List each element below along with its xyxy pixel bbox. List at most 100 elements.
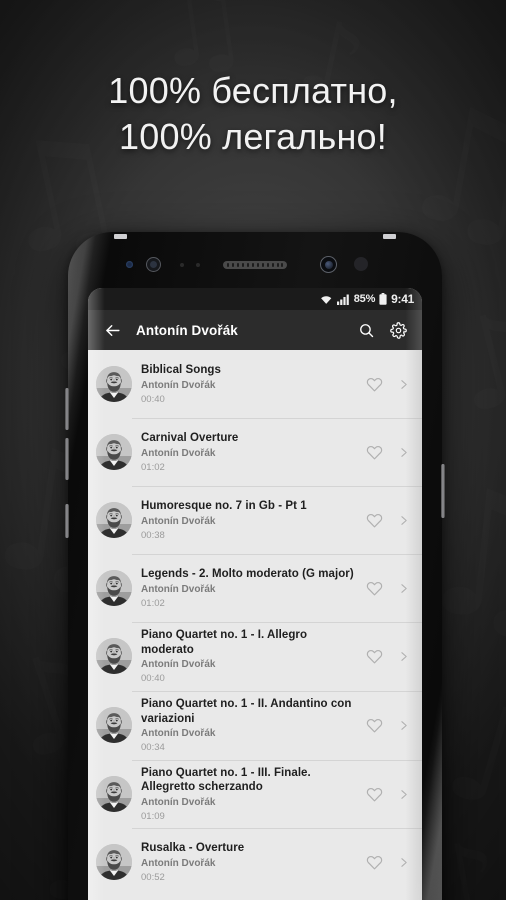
track-meta: Piano Quartet no. 1 - III. Finale. Alleg… xyxy=(141,766,366,823)
track-title: Humoresque no. 7 in Gb - Pt 1 xyxy=(141,499,307,512)
track-duration: 00:40 xyxy=(141,673,165,685)
status-bar-clock: 9:41 xyxy=(391,292,414,306)
heart-outline-icon[interactable] xyxy=(366,648,383,665)
heart-outline-icon[interactable] xyxy=(366,786,383,803)
heart-outline-icon[interactable] xyxy=(366,717,383,734)
heart-outline-icon[interactable] xyxy=(366,376,383,393)
headline-line-1: 100% бесплатно, xyxy=(108,70,398,111)
track-duration: 00:38 xyxy=(141,529,165,541)
avatar xyxy=(96,707,132,744)
track-artist: Antonín Dvořák xyxy=(141,858,216,870)
avatar xyxy=(96,434,132,470)
track-meta: Biblical Songs Antonín Dvořák 00:40 xyxy=(141,363,366,405)
track-artist: Antonín Dvořák xyxy=(141,379,216,391)
track-actions xyxy=(366,512,412,529)
chevron-right-icon[interactable] xyxy=(397,856,410,869)
search-icon[interactable] xyxy=(352,316,380,344)
gear-icon[interactable] xyxy=(384,316,412,344)
chevron-right-icon[interactable] xyxy=(397,514,410,527)
track-list-item[interactable]: Carnival Overture Antonín Dvořák 01:02 xyxy=(88,418,422,486)
track-meta: Piano Quartet no. 1 - II. Andantino con … xyxy=(141,697,366,754)
bixby-button[interactable] xyxy=(65,504,69,538)
composer-portrait xyxy=(96,434,132,470)
composer-portrait xyxy=(96,638,132,675)
promo-headline: 100% бесплатно, 100% легально! xyxy=(0,68,506,160)
ambient-light-sensor xyxy=(196,263,200,267)
track-actions xyxy=(366,854,412,871)
avatar xyxy=(96,776,132,813)
app-bar: Antonín Dvořák xyxy=(88,310,422,350)
volume-up-button[interactable] xyxy=(65,388,69,430)
composer-portrait xyxy=(96,844,132,881)
track-meta: Carnival Overture Antonín Dvořák 01:02 xyxy=(141,431,366,473)
antenna-notch-right xyxy=(383,234,396,239)
earpiece-speaker xyxy=(223,261,287,269)
heart-outline-icon[interactable] xyxy=(366,512,383,529)
heart-outline-icon[interactable] xyxy=(366,854,383,871)
status-bar: 85% 9:41 xyxy=(88,288,422,310)
page-title: Antonín Dvořák xyxy=(136,322,238,338)
composer-portrait xyxy=(96,502,132,538)
chevron-right-icon[interactable] xyxy=(397,719,410,732)
track-artist: Antonín Dvořák xyxy=(141,515,216,527)
chevron-right-icon[interactable] xyxy=(397,650,410,663)
track-list-item[interactable]: Piano Quartet no. 1 - I. Allegro moderat… xyxy=(88,622,422,691)
track-artist: Antonín Dvořák xyxy=(141,659,216,671)
track-actions xyxy=(366,786,412,803)
track-duration: 01:02 xyxy=(141,597,165,609)
chevron-right-icon[interactable] xyxy=(397,788,410,801)
avatar xyxy=(96,638,132,675)
avatar xyxy=(96,502,132,538)
track-title: Carnival Overture xyxy=(141,431,239,444)
back-arrow-icon[interactable] xyxy=(98,316,126,344)
track-duration: 00:34 xyxy=(141,742,165,754)
antenna-notch-left xyxy=(114,234,127,239)
chevron-right-icon[interactable] xyxy=(397,378,410,391)
composer-portrait xyxy=(96,776,132,813)
chevron-right-icon[interactable] xyxy=(397,446,410,459)
track-list-item[interactable]: Piano Quartet no. 1 - III. Finale. Alleg… xyxy=(88,759,422,829)
battery-percent-label: 85% xyxy=(353,293,376,305)
track-meta: Rusalka - Overture Antonín Dvořák 00:52 xyxy=(141,841,366,883)
track-list-item[interactable]: Biblical Songs Antonín Dvořák 00:40 xyxy=(88,350,422,418)
track-artist: Antonín Dvořák xyxy=(141,447,216,459)
track-list-item[interactable]: Legends - 2. Molto moderato (G major) Ant… xyxy=(88,554,422,622)
track-meta: Legends - 2. Molto moderato (G major) Ant… xyxy=(141,567,366,609)
track-title: Biblical Songs xyxy=(141,363,221,376)
track-title: Piano Quartet no. 1 - I. Allegro moderat… xyxy=(141,629,308,656)
track-list-item[interactable]: Humoresque no. 7 in Gb - Pt 1 Antonín Dvo… xyxy=(88,486,422,554)
track-meta: Piano Quartet no. 1 - I. Allegro moderat… xyxy=(141,628,366,685)
track-actions xyxy=(366,376,412,393)
phone-screen: 85% 9:41 Antonín Dvořák Biblical Songs A… xyxy=(88,288,422,900)
headline-line-2: 100% легально! xyxy=(119,116,387,158)
volume-down-button[interactable] xyxy=(65,438,69,480)
track-title: Piano Quartet no. 1 - III. Finale. Alleg… xyxy=(141,766,311,794)
track-title: Rusalka - Overture xyxy=(141,842,245,855)
composer-portrait xyxy=(96,366,132,402)
phone-mockup: 85% 9:41 Antonín Dvořák Biblical Songs A… xyxy=(65,232,445,900)
heart-outline-icon[interactable] xyxy=(366,580,383,597)
track-artist: Antonín Dvořák xyxy=(141,583,216,595)
composer-portrait xyxy=(96,707,132,744)
track-title: Legends - 2. Molto moderato (G major) xyxy=(141,567,354,580)
chevron-right-icon[interactable] xyxy=(397,582,410,595)
heart-outline-icon[interactable] xyxy=(366,444,383,461)
track-list[interactable]: Biblical Songs Antonín Dvořák 00:40 Carniva… xyxy=(88,350,422,900)
track-list-item[interactable]: Rusalka - Overture Antonín Dvořák 00:52 xyxy=(88,828,422,896)
track-duration: 01:09 xyxy=(141,811,165,823)
track-title: Piano Quartet no. 1 - II. Andantino con … xyxy=(141,697,352,725)
track-actions xyxy=(366,580,412,597)
track-actions xyxy=(366,648,412,665)
track-duration: 00:40 xyxy=(141,393,165,405)
avatar xyxy=(96,570,132,606)
avatar xyxy=(96,844,132,881)
track-artist: Antonín Dvořák xyxy=(141,797,216,809)
track-list-item[interactable]: Piano Quartet no. 1 - II. Andantino con … xyxy=(88,690,422,760)
track-duration: 01:02 xyxy=(141,461,165,473)
notification-led xyxy=(126,261,133,268)
power-button[interactable] xyxy=(441,464,445,518)
track-meta: Humoresque no. 7 in Gb - Pt 1 Antonín Dvo… xyxy=(141,499,366,541)
track-actions xyxy=(366,717,412,734)
front-camera xyxy=(320,256,337,273)
track-artist: Antonín Dvořák xyxy=(141,728,216,740)
